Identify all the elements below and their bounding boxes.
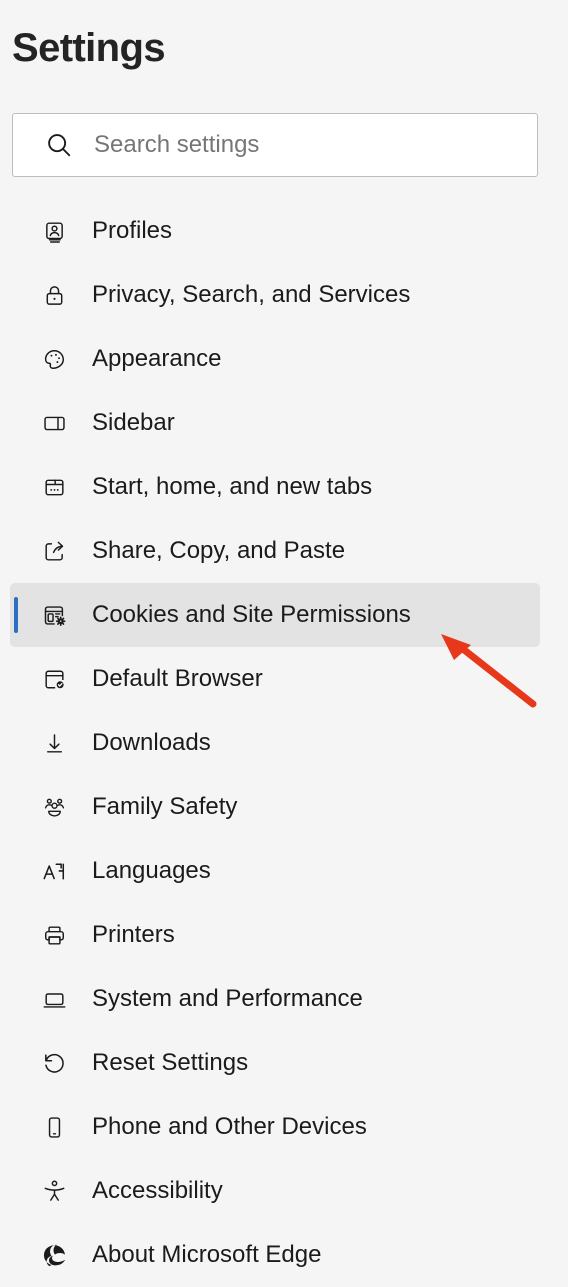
page-title: Settings — [12, 26, 166, 70]
settings-nav-list: Profiles Privacy, Search, and Services A… — [0, 199, 568, 1287]
selection-indicator — [14, 1237, 18, 1273]
sidebar-item-default-browser[interactable]: Default Browser — [0, 647, 568, 711]
sidebar-item-label: Downloads — [92, 729, 211, 756]
sidebar-item-reset-settings[interactable]: Reset Settings — [0, 1031, 568, 1095]
sidebar-item-label: Default Browser — [92, 665, 263, 692]
sidebar-item-label: Phone and Other Devices — [92, 1113, 367, 1140]
selection-indicator — [14, 853, 18, 889]
sidebar-item-label: Languages — [92, 857, 211, 884]
sidebar-item-label: System and Performance — [92, 985, 363, 1012]
row-highlight — [10, 647, 540, 711]
selection-indicator — [14, 789, 18, 825]
sidebar-item-accessibility[interactable]: Accessibility — [0, 1159, 568, 1223]
sidebar-item-label: Profiles — [92, 217, 173, 244]
sidebar-item-label: Start, home, and new tabs — [92, 473, 373, 500]
default-browser-check-icon — [40, 665, 68, 693]
row-highlight — [10, 327, 540, 391]
profiles-icon — [40, 217, 68, 245]
sidebar-item-printers[interactable]: Printers — [0, 903, 568, 967]
selection-indicator — [14, 1173, 18, 1209]
row-highlight — [10, 391, 540, 455]
search-input[interactable] — [94, 125, 523, 165]
laptop-icon — [40, 985, 68, 1013]
sidebar-item-profiles[interactable]: Profiles — [0, 199, 568, 263]
sidebar-item-label: Reset Settings — [92, 1049, 249, 1076]
sidebar-item-privacy-search-and-services[interactable]: Privacy, Search, and Services — [0, 263, 568, 327]
sidebar-item-label: Printers — [92, 921, 175, 948]
edge-logo-icon — [40, 1241, 68, 1269]
sidebar-item-label: Sidebar — [92, 409, 175, 436]
selection-indicator — [14, 917, 18, 953]
languages-icon — [40, 857, 68, 885]
reset-arrow-icon — [40, 1049, 68, 1077]
sidebar-item-label: Cookies and Site Permissions — [92, 601, 411, 628]
download-arrow-icon — [40, 729, 68, 757]
sidebar-item-label: Family Safety — [92, 793, 238, 820]
selection-indicator — [14, 341, 18, 377]
selection-indicator — [14, 1109, 18, 1145]
sidebar-item-appearance[interactable]: Appearance — [0, 327, 568, 391]
sidebar-item-label: Accessibility — [92, 1177, 223, 1204]
selection-indicator — [14, 277, 18, 313]
row-highlight — [10, 1159, 540, 1223]
selection-indicator — [14, 469, 18, 505]
row-highlight — [10, 199, 540, 263]
sidebar-item-family-safety[interactable]: Family Safety — [0, 775, 568, 839]
selection-indicator — [14, 533, 18, 569]
browser-window-icon — [40, 473, 68, 501]
search-settings-box[interactable] — [12, 113, 538, 177]
selection-indicator — [14, 981, 18, 1017]
row-highlight — [10, 775, 540, 839]
sidebar-item-system-and-performance[interactable]: System and Performance — [0, 967, 568, 1031]
row-highlight — [10, 903, 540, 967]
selection-indicator — [14, 725, 18, 761]
printer-icon — [40, 921, 68, 949]
search-icon — [44, 130, 74, 160]
family-people-icon — [40, 793, 68, 821]
row-highlight — [10, 839, 540, 903]
selection-indicator — [14, 405, 18, 441]
row-highlight — [10, 711, 540, 775]
selection-indicator — [14, 661, 18, 697]
share-icon — [40, 537, 68, 565]
accessibility-person-icon — [40, 1177, 68, 1205]
sidebar-item-cookies-and-site-permissions[interactable]: Cookies and Site Permissions — [0, 583, 568, 647]
lock-icon — [40, 281, 68, 309]
sidebar-item-sidebar[interactable]: Sidebar — [0, 391, 568, 455]
sidebar-item-phone-and-other-devices[interactable]: Phone and Other Devices — [0, 1095, 568, 1159]
phone-icon — [40, 1113, 68, 1141]
selection-indicator — [14, 1045, 18, 1081]
sidebar-item-languages[interactable]: Languages — [0, 839, 568, 903]
sidebar-item-share-copy-and-paste[interactable]: Share, Copy, and Paste — [0, 519, 568, 583]
sidebar-item-label: Privacy, Search, and Services — [92, 281, 411, 308]
sidebar-icon — [40, 409, 68, 437]
palette-icon — [40, 345, 68, 373]
cookies-gear-icon — [40, 601, 68, 629]
selection-indicator — [14, 597, 18, 633]
sidebar-item-about-microsoft-edge[interactable]: About Microsoft Edge — [0, 1223, 568, 1287]
sidebar-item-start-home-and-new-tabs[interactable]: Start, home, and new tabs — [0, 455, 568, 519]
sidebar-item-label: Share, Copy, and Paste — [92, 537, 346, 564]
sidebar-item-downloads[interactable]: Downloads — [0, 711, 568, 775]
sidebar-item-label: About Microsoft Edge — [92, 1241, 322, 1268]
row-highlight — [10, 1031, 540, 1095]
sidebar-item-label: Appearance — [92, 345, 222, 372]
selection-indicator — [14, 213, 18, 249]
